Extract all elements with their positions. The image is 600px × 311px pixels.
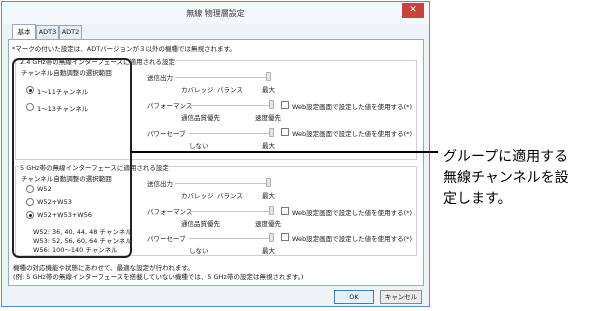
band5-perf-tick-speed: 速度優先	[255, 220, 281, 228]
callout-leader-line	[130, 151, 438, 153]
band5-perf-web-checkbox[interactable]	[281, 207, 289, 215]
band5-powersave-web-label: Web設定画面で設定した値を使用する(*)	[292, 235, 412, 243]
band24-tx-thumb[interactable]	[266, 72, 271, 81]
band5-perf-thumb[interactable]	[269, 206, 274, 215]
tab-basic[interactable]: 基本	[12, 24, 36, 39]
band5-powersave-label: パワーセーブ	[147, 235, 186, 243]
band24-tx-tick-balance: バランス	[217, 86, 243, 94]
band5-tx-tick-coverage: カバレッジ	[181, 192, 214, 200]
callout-line-3: 定します。	[443, 191, 512, 207]
cancel-button[interactable]: キャンセル	[380, 290, 422, 304]
footer-note-2: (例: 5 GHz帯の無線インターフェースを搭載していない機種では、5 GHz帯…	[13, 273, 304, 281]
band5-perf-tick-quality: 通信品質優先	[181, 220, 220, 228]
band5-powersave-web-checkbox[interactable]	[281, 233, 289, 241]
band5-powersave-thumb[interactable]	[269, 233, 274, 242]
band5-powersave-tick-none: しない	[189, 247, 209, 255]
band24-perf-tick-speed: 速度優先	[255, 114, 281, 122]
band24-tx-slider[interactable]	[175, 77, 271, 78]
band24-powersave-tick-max: 最大	[262, 142, 275, 150]
band5-tx-tick-balance: バランス	[217, 192, 243, 200]
band5-powersave-slider[interactable]	[189, 238, 274, 239]
band24-perf-thumb[interactable]	[269, 100, 274, 109]
channel-range-highlight	[12, 58, 132, 258]
band24-powersave-label: パワーセーブ	[147, 130, 186, 138]
band5-perf-slider[interactable]	[189, 211, 274, 212]
callout-line-2: 無線チャンネルを設	[443, 170, 569, 186]
band24-perf-label: パフォーマンス	[147, 102, 193, 110]
band5-tx-slider[interactable]	[175, 183, 271, 184]
window-title: 無線 物理層設定	[186, 9, 245, 18]
band5-perf-label: パフォーマンス	[147, 208, 193, 216]
band24-tx-tick-coverage: カバレッジ	[181, 86, 214, 94]
band24-powersave-tick-none: しない	[189, 142, 209, 150]
band24-tx-label: 送信出力	[147, 74, 173, 82]
band24-perf-tick-quality: 通信品質優先	[181, 114, 220, 122]
band24-tx-tick-max: 最大	[262, 86, 275, 94]
close-button[interactable]: ✕	[402, 3, 424, 18]
band5-tx-label: 送信出力	[147, 180, 173, 188]
band24-powersave-web-label: Web設定画面で設定した値を使用する(*)	[292, 130, 412, 138]
callout-text: グループに適用する 無線チャンネルを設 定します。	[443, 147, 569, 210]
band5-tx-tick-max: 最大	[262, 192, 275, 200]
band5-tx-thumb[interactable]	[266, 178, 271, 187]
band24-perf-web-checkbox[interactable]	[281, 101, 289, 109]
band24-powersave-slider[interactable]	[189, 133, 274, 134]
title-bar: 無線 物理層設定 ✕	[2, 2, 429, 24]
band5-perf-web-label: Web設定画面で設定した値を使用する(*)	[292, 209, 412, 217]
band24-powersave-thumb[interactable]	[269, 128, 274, 137]
wireless-settings-window: 無線 物理層設定 ✕ 基本 ADT3 ADT2 *マークの付いた設定は、ADTバ…	[1, 1, 430, 307]
ok-button[interactable]: OK	[334, 290, 374, 304]
adt-notice: *マークの付いた設定は、ADTバージョンが３以外の機種では無視されます。	[12, 45, 236, 53]
band24-perf-web-label: Web設定画面で設定した値を使用する(*)	[292, 103, 412, 111]
tab-adt3[interactable]: ADT3	[36, 25, 59, 39]
band24-perf-slider[interactable]	[189, 105, 274, 106]
tab-adt2[interactable]: ADT2	[59, 25, 82, 39]
band5-powersave-tick-max: 最大	[262, 247, 275, 255]
callout-line-1: グループに適用する	[443, 149, 569, 165]
band24-powersave-web-checkbox[interactable]	[281, 128, 289, 136]
